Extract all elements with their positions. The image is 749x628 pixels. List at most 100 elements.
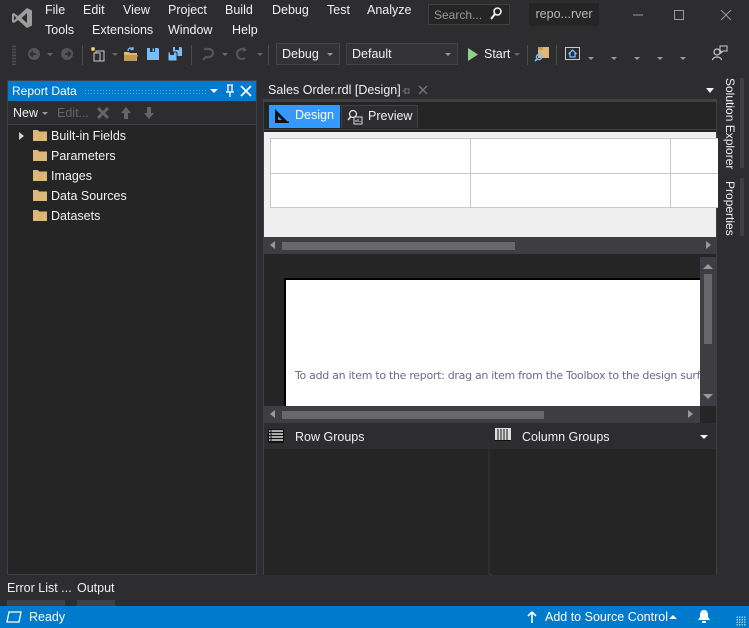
edit-button[interactable]: Edit... xyxy=(57,106,89,120)
tree-item-parameters[interactable]: Parameters xyxy=(8,146,256,166)
redo-dropdown-arrow[interactable] xyxy=(257,53,263,56)
pin-icon[interactable] xyxy=(223,83,237,99)
menu-debug[interactable]: Debug xyxy=(272,3,309,17)
vertical-scrollbar[interactable] xyxy=(700,257,716,406)
menu-extensions[interactable]: Extensions xyxy=(92,23,153,37)
solution-name-badge[interactable]: repo...rver xyxy=(529,3,599,26)
save-icon[interactable] xyxy=(145,46,161,62)
menu-window[interactable]: Window xyxy=(168,23,212,37)
menu-tools[interactable]: Tools xyxy=(45,23,74,37)
undo-icon[interactable] xyxy=(199,46,215,62)
new-button[interactable]: New xyxy=(13,106,38,120)
menu-edit[interactable]: Edit xyxy=(83,3,105,17)
menu-file[interactable]: File xyxy=(45,3,65,17)
row-groups-list[interactable] xyxy=(264,449,490,575)
move-down-icon[interactable] xyxy=(143,106,155,120)
expand-arrow-icon[interactable] xyxy=(19,132,24,140)
play-icon xyxy=(468,48,478,61)
menu-help[interactable]: Help xyxy=(232,23,258,37)
horizontal-scrollbar[interactable] xyxy=(264,406,700,423)
new-dropdown-arrow[interactable] xyxy=(112,53,118,56)
maximize-button[interactable] xyxy=(656,0,702,30)
design-surface[interactable]: To add an item to the report: drag an it… xyxy=(284,278,700,406)
overflow-dropdown-arrow[interactable] xyxy=(634,57,640,60)
view-tabs: Design Preview xyxy=(264,102,716,130)
close-tab-icon[interactable] xyxy=(418,85,428,95)
open-folder-icon[interactable] xyxy=(123,46,139,62)
scrollbar-thumb[interactable] xyxy=(282,242,515,250)
tree-item-built-in-fields[interactable]: Built-in Fields xyxy=(8,126,256,146)
tree-item-label: Images xyxy=(51,169,92,183)
search-input[interactable]: Search... xyxy=(428,4,510,25)
folder-icon xyxy=(33,170,47,181)
chevron-up-icon xyxy=(669,615,677,619)
tree-item-data-sources[interactable]: Data Sources xyxy=(8,186,256,206)
scroll-left-arrow[interactable] xyxy=(270,241,275,249)
scrollbar-thumb[interactable] xyxy=(282,411,544,419)
tab-overflow-dropdown-icon[interactable] xyxy=(706,88,714,93)
find-in-files-icon[interactable] xyxy=(534,46,550,62)
navigate-back-icon[interactable] xyxy=(26,46,42,62)
menu-view[interactable]: View xyxy=(123,3,150,17)
overflow-dropdown-arrow[interactable] xyxy=(611,57,617,60)
save-all-icon[interactable] xyxy=(167,46,183,62)
error-list-tab[interactable]: Error List ... xyxy=(7,581,72,595)
report-home-icon[interactable] xyxy=(565,46,581,62)
report-data-header[interactable]: Report Data xyxy=(8,81,256,101)
close-icon[interactable] xyxy=(239,83,253,99)
solution-explorer-tab[interactable]: Solution Explorer xyxy=(723,78,737,169)
ready-status-icon xyxy=(6,611,22,623)
add-to-source-control-button[interactable]: Add to Source Control xyxy=(524,606,684,628)
menu-project[interactable]: Project xyxy=(168,3,207,17)
menu-test[interactable]: Test xyxy=(327,3,350,17)
scrollbar-thumb[interactable] xyxy=(704,274,712,344)
undo-dropdown-arrow[interactable] xyxy=(222,53,228,56)
back-dropdown-arrow[interactable] xyxy=(47,53,53,56)
delete-icon[interactable] xyxy=(96,106,110,120)
scroll-down-arrow[interactable] xyxy=(703,394,713,399)
tree-item-datasets[interactable]: Datasets xyxy=(8,206,256,226)
close-window-button[interactable] xyxy=(703,0,749,30)
new-project-icon[interactable] xyxy=(90,46,106,62)
navigate-forward-icon[interactable] xyxy=(59,46,75,62)
tab-design[interactable]: Design xyxy=(269,105,340,128)
overflow-dropdown-arrow[interactable] xyxy=(588,57,594,60)
platform-dropdown[interactable]: Default xyxy=(346,43,458,65)
report-data-panel: Report Data New Edit... Built-in Fields … xyxy=(7,80,257,575)
grouping-mode-dropdown-icon[interactable] xyxy=(700,435,708,439)
scroll-up-arrow[interactable] xyxy=(703,264,713,269)
overflow-dropdown-arrow[interactable] xyxy=(680,57,686,60)
drag-grip[interactable] xyxy=(84,89,206,94)
folder-icon xyxy=(33,210,47,221)
start-debugging-button[interactable]: Start xyxy=(465,43,523,65)
output-tab[interactable]: Output xyxy=(77,581,115,595)
column-groups-list[interactable] xyxy=(492,449,716,575)
new-dropdown-arrow[interactable] xyxy=(42,112,48,115)
toolbar-grip[interactable] xyxy=(12,45,16,65)
tree-item-images[interactable]: Images xyxy=(8,166,256,186)
notifications-bell-icon[interactable] xyxy=(697,609,711,625)
scroll-left-arrow[interactable] xyxy=(270,410,275,418)
resize-grip[interactable] xyxy=(736,616,746,626)
solution-configuration-dropdown[interactable]: Debug xyxy=(276,43,340,65)
platform-value: Default xyxy=(352,47,392,61)
properties-tab[interactable]: Properties xyxy=(723,181,737,236)
start-dropdown-arrow[interactable] xyxy=(514,53,520,56)
tab-preview[interactable]: Preview xyxy=(341,105,418,128)
live-share-icon[interactable] xyxy=(712,45,728,61)
document-tab-sales-order[interactable]: Sales Order.rdl [Design] xyxy=(263,80,433,100)
preview-icon xyxy=(347,109,363,125)
pin-tab-icon[interactable] xyxy=(401,86,411,96)
menu-build[interactable]: Build xyxy=(225,3,253,17)
scroll-right-arrow[interactable] xyxy=(688,410,693,418)
move-up-icon[interactable] xyxy=(120,106,132,120)
menu-analyze[interactable]: Analyze xyxy=(367,3,411,17)
horizontal-scrollbar[interactable] xyxy=(264,237,716,254)
overflow-dropdown-arrow[interactable] xyxy=(657,57,663,60)
search-placeholder: Search... xyxy=(434,8,483,22)
redo-icon[interactable] xyxy=(233,46,249,62)
scroll-right-arrow[interactable] xyxy=(706,241,711,249)
tablix[interactable] xyxy=(270,138,722,208)
minimize-button[interactable] xyxy=(615,0,661,30)
window-position-dropdown-icon[interactable] xyxy=(207,83,221,99)
